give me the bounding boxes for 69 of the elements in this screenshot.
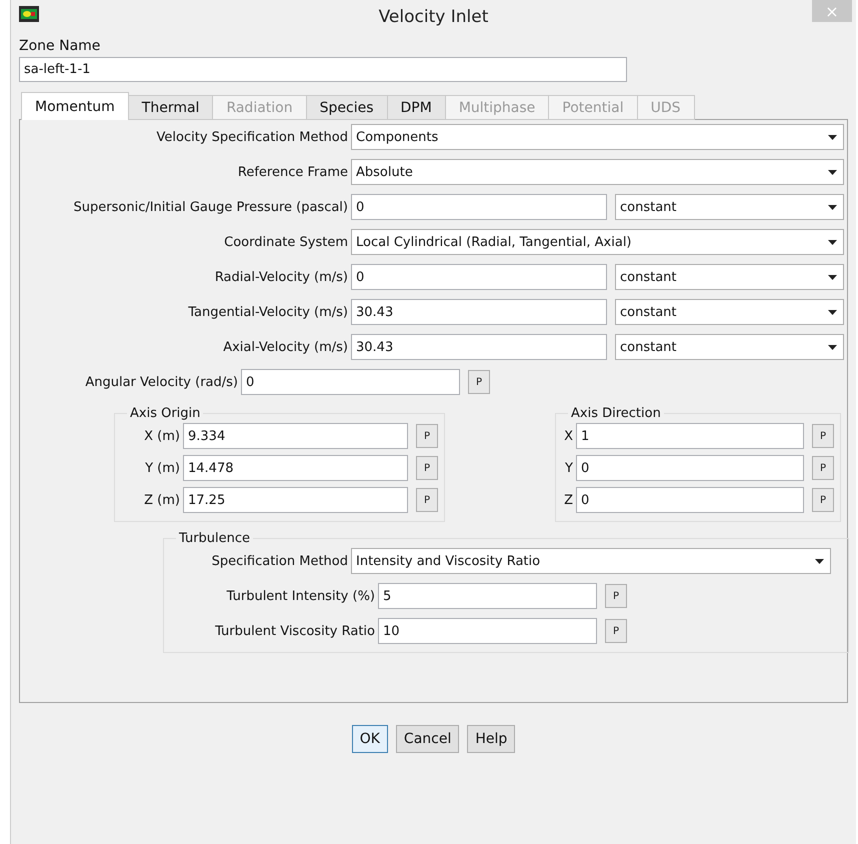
field-label: Coordinate System — [224, 234, 348, 250]
input-field[interactable]: 1 — [576, 423, 804, 449]
input-field[interactable]: 10 — [378, 618, 597, 644]
group-title: Axis Direction — [570, 406, 662, 421]
app-icon — [19, 6, 39, 22]
input-field[interactable]: 5 — [378, 583, 597, 609]
method-dropdown[interactable]: constant — [615, 194, 844, 220]
input-field[interactable]: 30.43 — [351, 334, 607, 360]
input-field[interactable]: 0 — [576, 455, 804, 481]
tab[interactable]: DPM — [386, 95, 446, 120]
dropdown-caret-icon — [828, 170, 837, 174]
group-title: Turbulence — [178, 531, 252, 546]
field-label: Supersonic/Initial Gauge Pressure (pascal) — [74, 200, 348, 214]
dialog-button[interactable]: Help — [467, 725, 516, 753]
input-field[interactable]: 0 — [351, 194, 607, 220]
tab[interactable]: Thermal — [128, 95, 214, 120]
field-label: Radial-Velocity (m/s) — [214, 270, 348, 284]
dialog-button[interactable]: OK — [352, 725, 388, 753]
dropdown-caret-icon — [815, 558, 824, 564]
field-label: Axial-Velocity (m/s) — [223, 340, 348, 354]
input-field[interactable]: 0 — [241, 369, 460, 395]
dropdown[interactable]: Intensity and Viscosity Ratio — [351, 548, 831, 574]
zone-name-field[interactable]: sa-left-1-1 — [19, 57, 627, 82]
dialog-button[interactable]: Cancel — [396, 725, 460, 753]
input-field[interactable]: 17.25 — [183, 487, 408, 513]
input-field[interactable]: 30.43 — [351, 299, 607, 325]
parameter-button[interactable]: P — [605, 584, 627, 608]
field-label: Y (m) — [145, 460, 180, 476]
parameter-button[interactable]: P — [416, 488, 438, 512]
group-title: Axis Origin — [129, 406, 202, 421]
input-field[interactable]: 14.478 — [183, 455, 408, 481]
method-dropdown[interactable]: constant — [615, 334, 844, 360]
dropdown[interactable]: Local Cylindrical (Radial, Tangential, Axial) — [351, 229, 844, 255]
dropdown-caret-icon — [828, 310, 837, 314]
dropdown-caret-icon — [828, 344, 837, 350]
input-field[interactable]: 9.334 — [183, 423, 408, 449]
dropdown-caret-icon — [828, 134, 837, 140]
tab[interactable]: Momentum — [21, 92, 129, 120]
dropdown-caret-icon — [828, 274, 837, 280]
field-label: Turbulent Intensity (%) — [226, 588, 375, 604]
dropdown-caret-icon — [828, 240, 837, 244]
field-label: Reference Frame — [238, 164, 348, 180]
field-label: Turbulent Viscosity Ratio — [215, 624, 375, 638]
parameter-button[interactable]: P — [605, 619, 627, 643]
input-field[interactable]: 0 — [351, 264, 607, 290]
field-label: Specification Method — [212, 554, 348, 568]
field-label: Velocity Specification Method — [156, 130, 348, 144]
dropdown-caret-icon — [828, 204, 837, 210]
field-label: Angular Velocity (rad/s) — [85, 374, 238, 390]
field-label: Z (m) — [144, 492, 180, 508]
zone-name-label: Zone Name — [19, 38, 102, 54]
parameter-button[interactable]: P — [812, 456, 834, 480]
dropdown[interactable]: Absolute — [351, 159, 844, 185]
method-dropdown[interactable]: constant — [615, 264, 844, 290]
field-label: Z — [564, 492, 573, 508]
field-label: Y — [565, 460, 573, 476]
tab[interactable]: Species — [306, 95, 388, 120]
window-title: Velocity Inlet — [378, 7, 488, 27]
parameter-button[interactable]: P — [416, 456, 438, 480]
parameter-button[interactable]: P — [416, 424, 438, 448]
parameter-button[interactable]: P — [468, 370, 490, 394]
parameter-button[interactable]: P — [812, 488, 834, 512]
field-label: Tangential-Velocity (m/s) — [188, 304, 348, 320]
input-field[interactable]: 0 — [576, 487, 804, 513]
field-label: X (m) — [144, 428, 180, 444]
field-label: X — [564, 428, 573, 444]
method-dropdown[interactable]: constant — [615, 299, 844, 325]
parameter-button[interactable]: P — [812, 424, 834, 448]
dropdown[interactable]: Components — [351, 124, 844, 150]
